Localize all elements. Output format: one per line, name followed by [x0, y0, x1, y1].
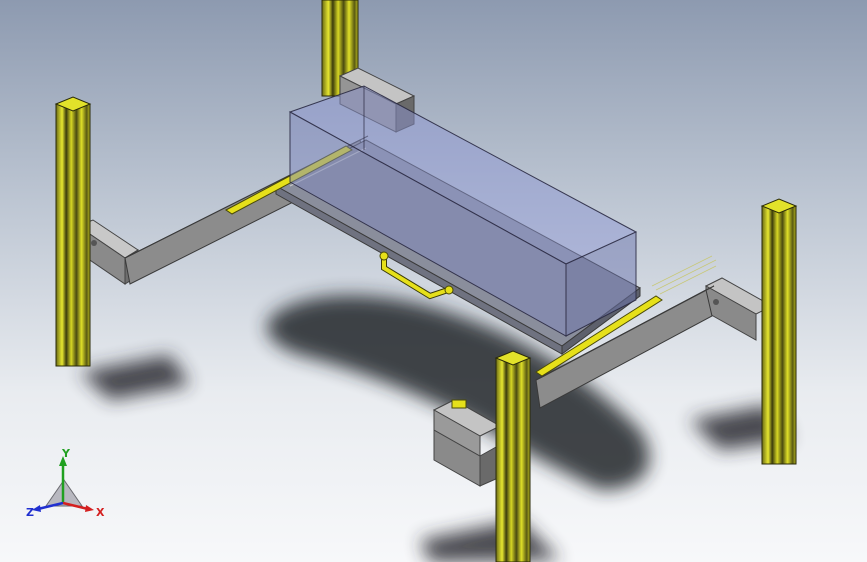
right-rear-post — [760, 198, 798, 465]
cad-viewport[interactable]: Y X Z — [0, 0, 867, 562]
left-front-post — [54, 96, 92, 367]
cad-model-scene[interactable] — [0, 0, 867, 562]
triad-z-label: Z — [26, 506, 34, 519]
triad-x-label: X — [96, 506, 105, 519]
orientation-triad[interactable]: Y X Z — [26, 447, 106, 528]
triad-y-label: Y — [61, 448, 71, 460]
front-center-post — [494, 350, 532, 562]
